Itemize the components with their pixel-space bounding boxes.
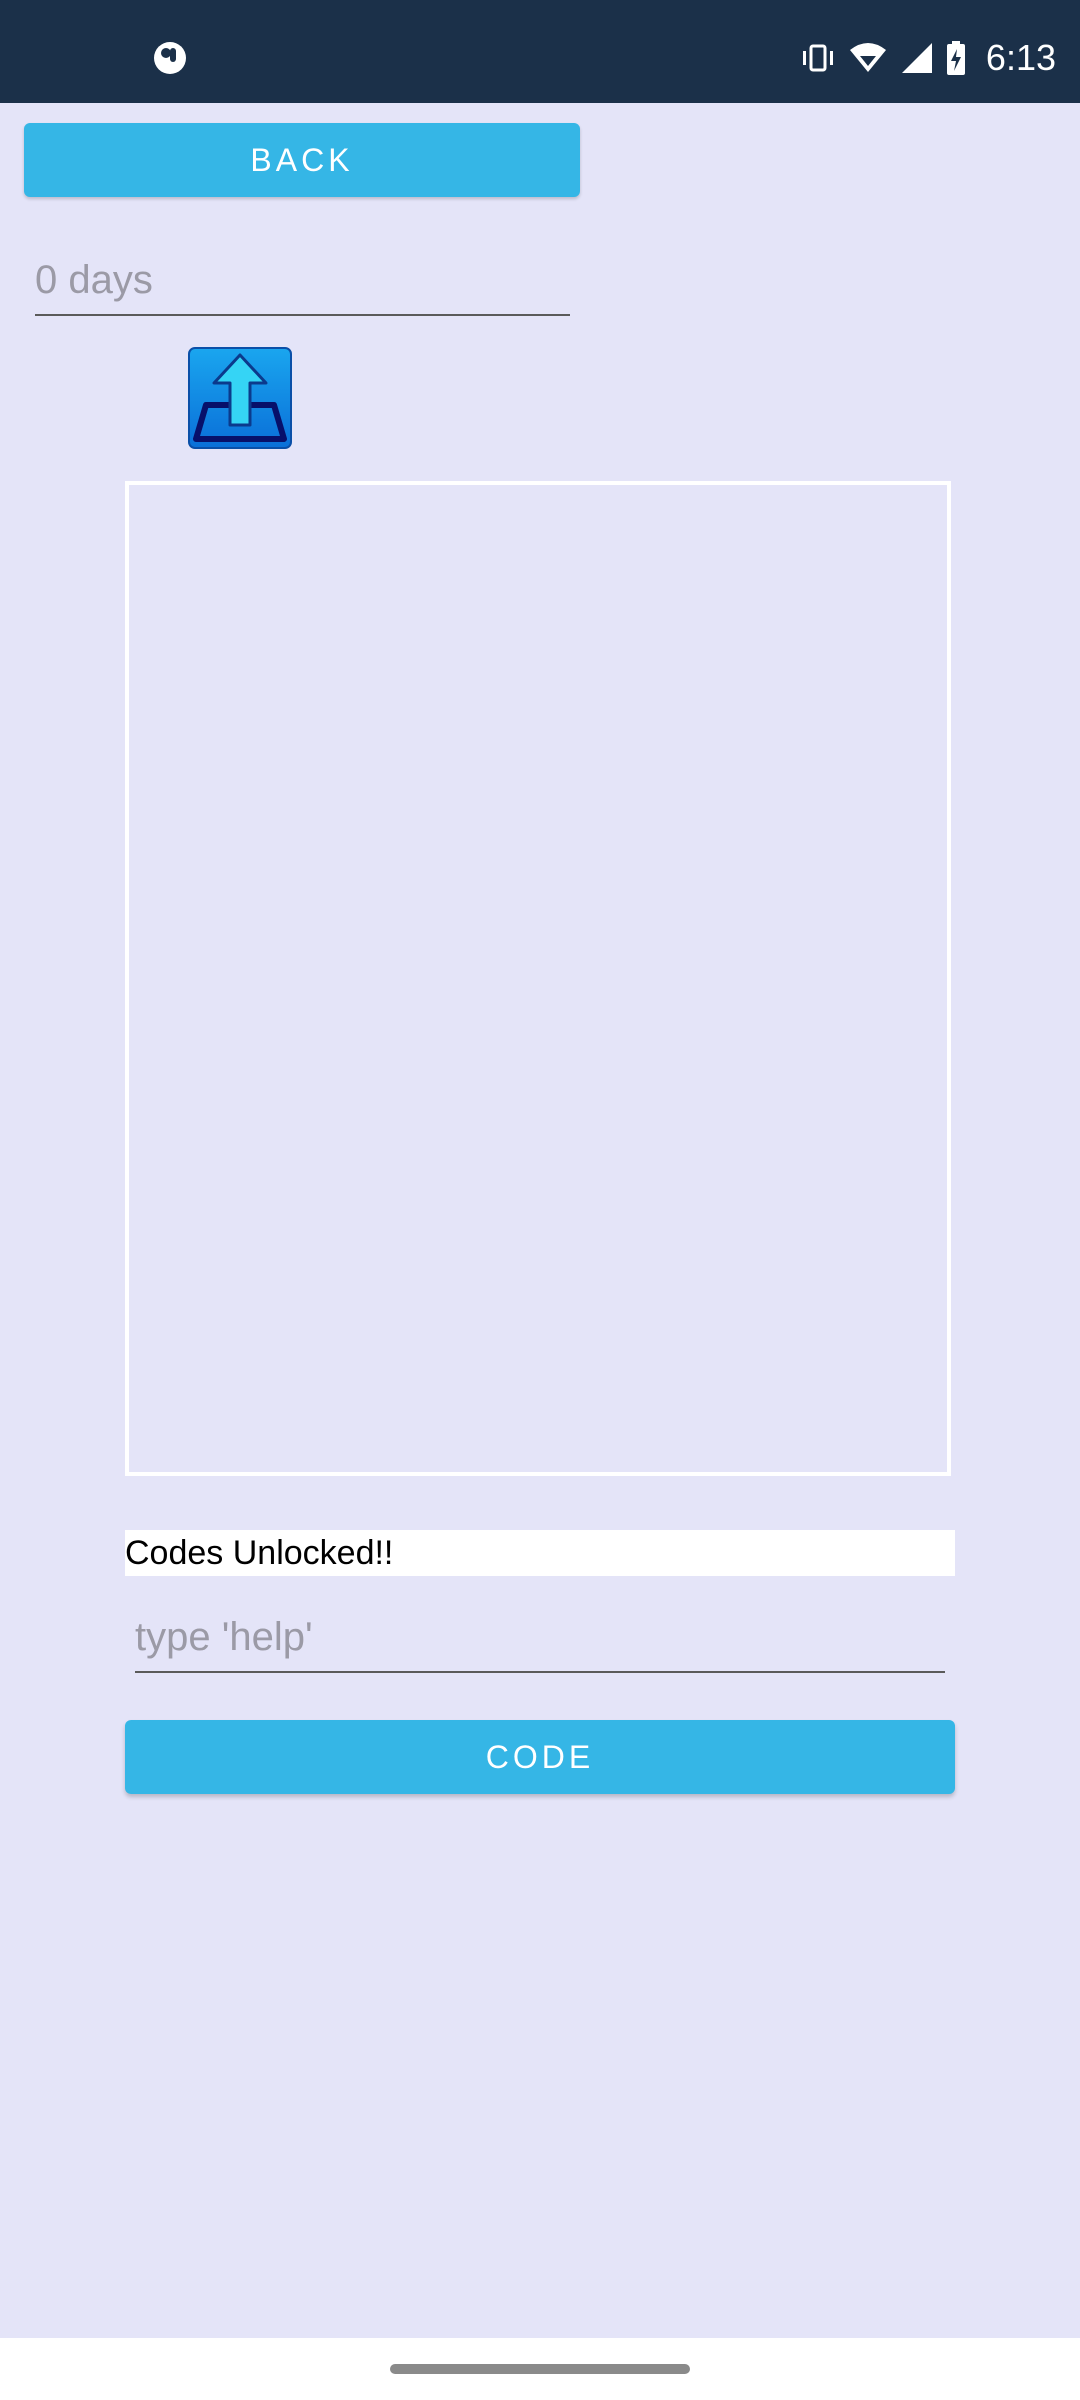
status-icons: 6:13: [800, 30, 1056, 86]
result-text: Codes Unlocked!!: [125, 1530, 955, 1576]
upload-icon[interactable]: [188, 347, 292, 449]
code-input[interactable]: [135, 1603, 945, 1673]
battery-charging-icon: [946, 41, 965, 75]
signal-icon: [901, 43, 932, 73]
app-notification-icon: [154, 42, 186, 74]
days-field[interactable]: 0 days: [35, 246, 570, 316]
back-button[interactable]: BACK: [24, 123, 580, 197]
wifi-icon: [849, 43, 886, 72]
home-handle[interactable]: [390, 2364, 690, 2374]
code-button[interactable]: CODE: [125, 1720, 955, 1794]
drawing-canvas[interactable]: [125, 481, 951, 1476]
status-time: 6:13: [985, 37, 1056, 78]
vibrate-icon: [802, 44, 833, 72]
status-bar: 6:13: [0, 0, 1080, 103]
